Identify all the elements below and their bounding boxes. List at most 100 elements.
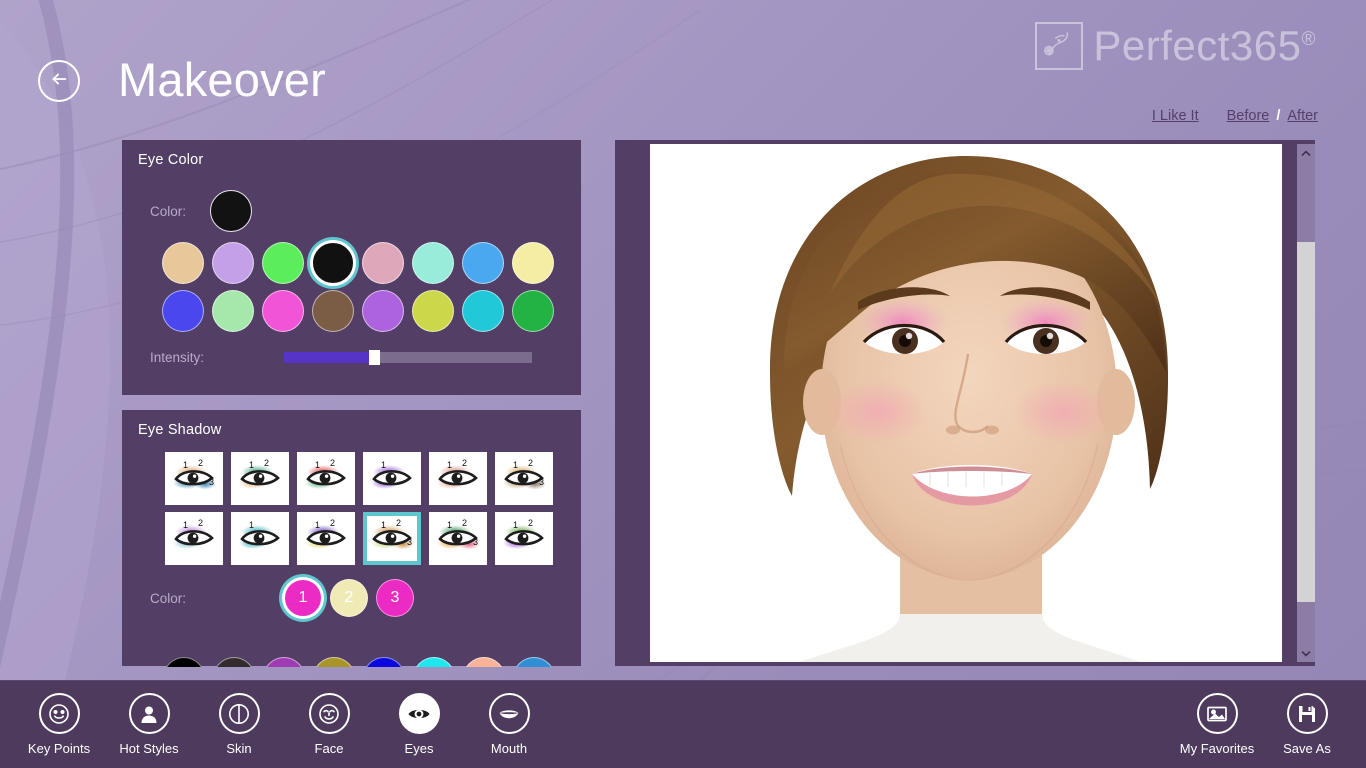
before-link[interactable]: Before (1227, 108, 1270, 124)
eye-color-swatch-4[interactable] (312, 242, 354, 284)
eye-shadow-palette-row (163, 657, 583, 667)
toolbar-item-hot-styles[interactable]: Hot Styles (104, 689, 194, 756)
eye-color-swatch-8[interactable] (512, 242, 554, 284)
toolbar-label-skin: Skin (226, 741, 252, 756)
eye-color-swatch-1[interactable] (162, 242, 204, 284)
eye-shadow-style-style-7[interactable]: 12 (165, 512, 223, 565)
skin-circle-icon (218, 693, 260, 734)
eye-icon (398, 693, 440, 734)
eye-color-swatch-row-1 (162, 242, 581, 284)
eye-shadow-style-style-8[interactable]: 1 (231, 512, 289, 565)
toolbar-item-mouth[interactable]: Mouth (464, 689, 554, 756)
eye-color-swatch-2[interactable] (212, 242, 254, 284)
eye-color-swatch-5[interactable] (362, 242, 404, 284)
eye-shadow-palette-swatch-7[interactable] (463, 657, 505, 667)
header: Makeover Perfect365® I Like It Before / … (0, 0, 1366, 140)
eye-shadow-style-style-4[interactable]: 1 (363, 452, 421, 505)
svg-text:3: 3 (539, 477, 544, 487)
app-window: Makeover Perfect365® I Like It Before / … (0, 0, 1366, 768)
top-navigation: I Like It Before / After (1152, 108, 1318, 124)
svg-text:1: 1 (315, 460, 320, 470)
eye-shadow-style-style-3[interactable]: 12 (297, 452, 355, 505)
eye-shadow-palette-swatch-3[interactable] (263, 657, 305, 667)
eye-shadow-color-slot-2[interactable]: 2 (330, 579, 368, 617)
scroll-up-button[interactable] (1297, 144, 1315, 162)
eye-shadow-palette-swatch-1[interactable] (163, 657, 205, 667)
toolbar-item-eyes[interactable]: Eyes (374, 689, 464, 756)
eye-color-swatch-7[interactable] (462, 290, 504, 332)
eye-color-swatch-8[interactable] (512, 290, 554, 332)
svg-text:2: 2 (462, 458, 467, 468)
picture-icon (1196, 693, 1238, 734)
intensity-slider-fill (284, 352, 371, 363)
back-button[interactable] (38, 60, 80, 102)
toolbar-item-skin[interactable]: Skin (194, 689, 284, 756)
model-photo[interactable] (650, 144, 1282, 662)
floppy-disk-icon (1286, 693, 1328, 734)
eye-shadow-palette-swatch-2[interactable] (213, 657, 255, 667)
svg-text:2: 2 (396, 518, 401, 528)
eye-shadow-style-style-1[interactable]: 123 (165, 452, 223, 505)
eye-color-panel: Eye Color Color: Intensity: (122, 140, 581, 395)
svg-text:2: 2 (462, 518, 467, 528)
eye-color-swatch-3[interactable] (262, 290, 304, 332)
svg-text:1: 1 (513, 520, 518, 530)
eye-color-swatch-4[interactable] (312, 290, 354, 332)
smiley-keypoints-icon (38, 693, 80, 734)
eye-shadow-color-label: Color: (150, 590, 187, 606)
intensity-slider[interactable] (284, 350, 532, 365)
svg-text:1: 1 (183, 460, 188, 470)
eye-shadow-panel-title: Eye Shadow (138, 422, 222, 438)
toolbar-item-key-points[interactable]: Key Points (14, 689, 104, 756)
eye-shadow-color-slot-3[interactable]: 3 (376, 579, 414, 617)
chevron-down-icon (1301, 644, 1311, 662)
eye-shadow-style-grid: 1231212112123 1211212312312 (165, 452, 581, 565)
eye-shadow-palette-swatch-4[interactable] (313, 657, 355, 667)
eye-shadow-palette-swatch-5[interactable] (363, 657, 405, 667)
svg-text:1: 1 (183, 520, 188, 530)
intensity-slider-handle[interactable] (368, 350, 380, 365)
eye-shadow-color-slot-1[interactable]: 1 (284, 579, 322, 617)
eye-color-swatch-6[interactable] (412, 242, 454, 284)
svg-text:1: 1 (447, 520, 452, 530)
toolbar-item-my-favorites[interactable]: My Favorites (1172, 689, 1262, 756)
toolbar-label-eyes: Eyes (404, 741, 434, 756)
toolbar-item-save-as[interactable]: Save As (1262, 689, 1352, 756)
eye-shadow-palette-swatch-8[interactable] (513, 657, 555, 667)
svg-text:2: 2 (198, 458, 203, 468)
scroll-down-button[interactable] (1297, 644, 1315, 662)
scrollbar-track[interactable] (1297, 162, 1315, 644)
eye-shadow-style-row-2: 1211212312312 (165, 512, 581, 565)
svg-text:1: 1 (249, 460, 254, 470)
eye-shadow-style-style-9[interactable]: 12 (297, 512, 355, 565)
face-logo-icon (1035, 22, 1084, 70)
scrollbar-thumb[interactable] (1297, 242, 1315, 602)
svg-text:1: 1 (381, 520, 386, 530)
eye-color-swatch-6[interactable] (412, 290, 454, 332)
after-link[interactable]: After (1287, 108, 1318, 124)
eye-shadow-style-style-2[interactable]: 12 (231, 452, 289, 505)
brand-logo: Perfect365® (1035, 22, 1316, 70)
toolbar-label-hot-styles: Hot Styles (119, 741, 179, 756)
eye-shadow-style-style-11[interactable]: 123 (429, 512, 487, 565)
eye-shadow-style-row-1: 1231212112123 (165, 452, 581, 505)
eye-shadow-style-style-6[interactable]: 123 (495, 452, 553, 505)
eye-color-current-swatch[interactable] (210, 190, 252, 232)
toolbar-label-my-favorites: My Favorites (1179, 741, 1255, 756)
eye-color-swatch-7[interactable] (462, 242, 504, 284)
eye-shadow-style-style-5[interactable]: 12 (429, 452, 487, 505)
eye-color-swatch-2[interactable] (212, 290, 254, 332)
i-like-it-link[interactable]: I Like It (1152, 108, 1199, 124)
eye-shadow-style-style-10[interactable]: 123 (363, 512, 421, 565)
svg-text:3: 3 (407, 537, 412, 547)
toolbar-item-face[interactable]: Face (284, 689, 374, 756)
eye-shadow-palette-swatch-6[interactable] (413, 657, 455, 667)
eye-color-swatch-1[interactable] (162, 290, 204, 332)
photo-scrollbar[interactable] (1297, 144, 1315, 662)
eye-shadow-style-style-12[interactable]: 12 (495, 512, 553, 565)
svg-text:2: 2 (528, 458, 533, 468)
toolbar-right-group: My Favorites Save As (1172, 689, 1352, 756)
eye-color-swatch-5[interactable] (362, 290, 404, 332)
eye-shadow-number-swatches: 123 (284, 579, 414, 617)
eye-color-swatch-3[interactable] (262, 242, 304, 284)
